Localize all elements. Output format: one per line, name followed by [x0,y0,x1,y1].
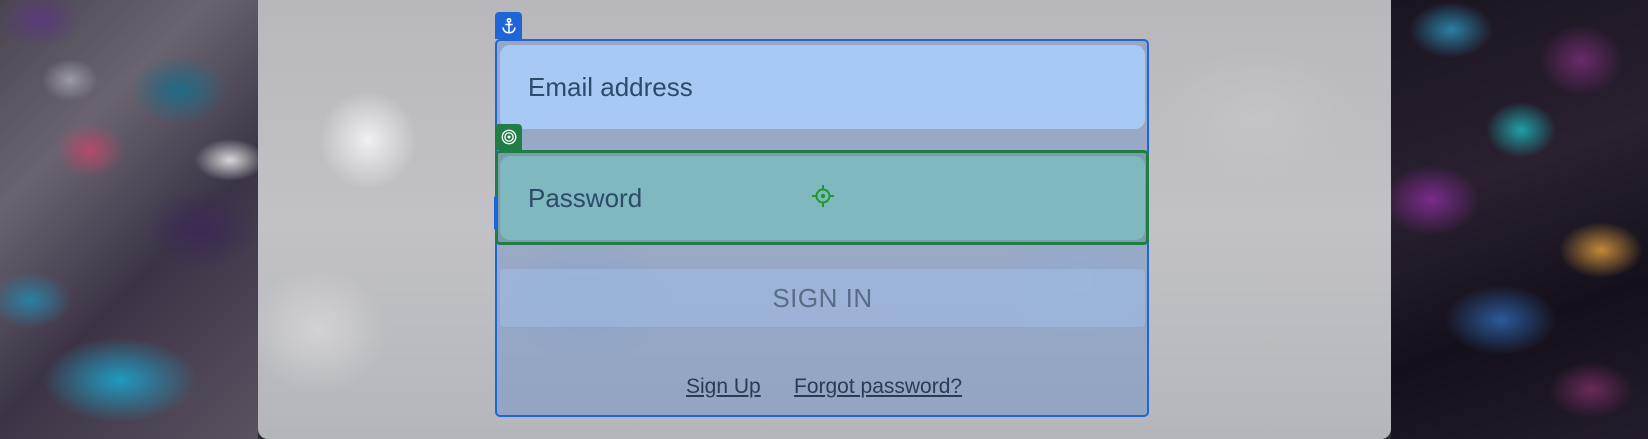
background-image-right [1391,0,1648,439]
forgot-password-link[interactable]: Forgot password? [794,375,962,399]
edge-marker [494,196,498,230]
concentric-target-icon [501,129,516,145]
background-image-left [0,0,258,439]
anchor-icon [501,17,516,34]
anchor-badge [495,12,522,39]
crosshair-icon [812,185,834,207]
email-input[interactable]: Email address [500,45,1145,129]
sign-in-label: SIGN IN [772,282,873,313]
sign-up-link[interactable]: Sign Up [686,375,761,399]
password-placeholder: Password [528,182,643,213]
page: Email address Password SIGN IN Sign Up F… [0,0,1648,439]
sign-in-button[interactable]: SIGN IN [500,269,1145,327]
email-placeholder: Email address [528,71,693,102]
target-badge [495,124,522,150]
